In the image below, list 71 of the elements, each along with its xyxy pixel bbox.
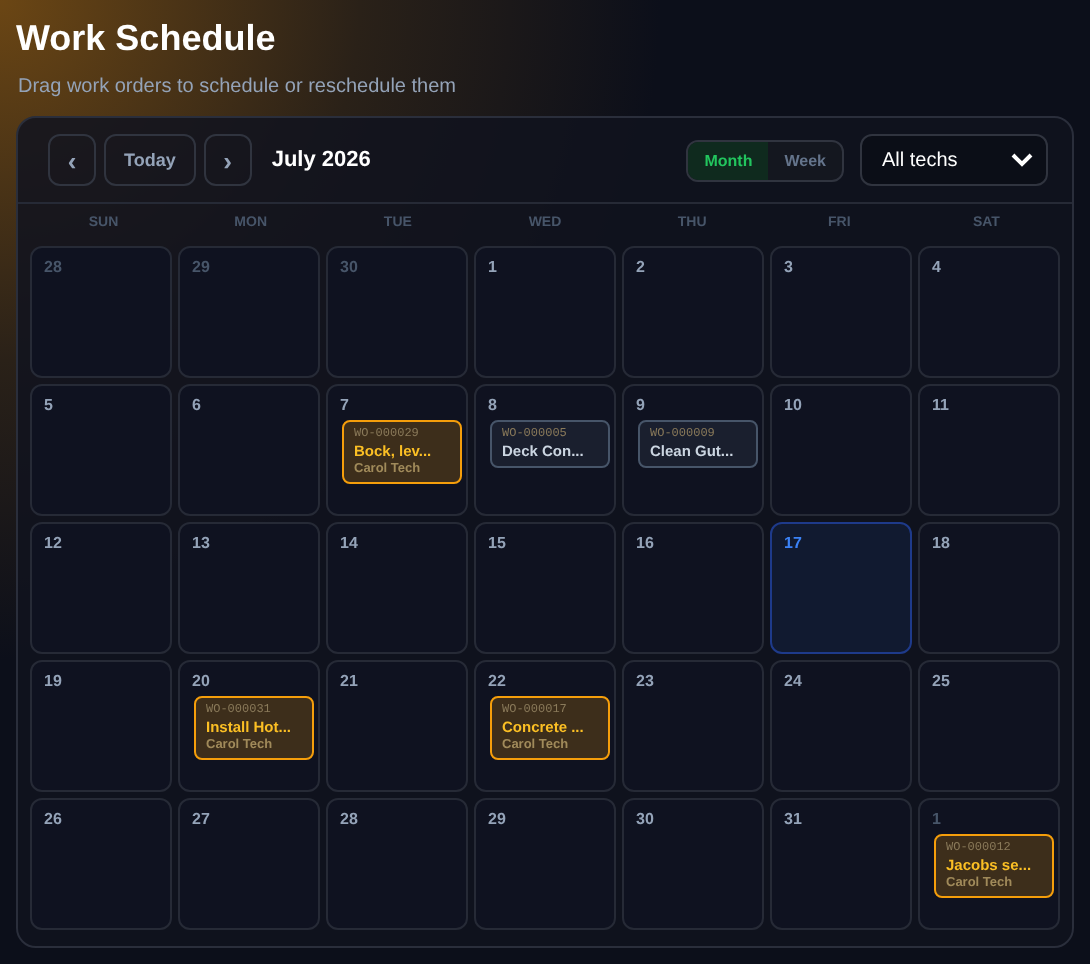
day-number: 1 bbox=[488, 258, 497, 276]
day-cell[interactable]: 16 bbox=[622, 522, 764, 654]
day-number: 10 bbox=[784, 396, 802, 414]
day-cell[interactable]: 6 bbox=[178, 384, 320, 516]
day-number: 11 bbox=[932, 396, 949, 414]
day-number: 7 bbox=[340, 396, 349, 414]
day-number: 2 bbox=[636, 258, 645, 276]
day-cell[interactable]: 10 bbox=[770, 384, 912, 516]
day-number: 9 bbox=[636, 396, 645, 414]
day-cell[interactable]: 27 bbox=[178, 798, 320, 930]
today-button[interactable]: Today bbox=[104, 134, 196, 186]
month-label: July 2026 bbox=[271, 148, 371, 172]
day-number: 21 bbox=[340, 672, 358, 690]
day-number: 31 bbox=[784, 810, 802, 828]
day-cell[interactable]: 29 bbox=[474, 798, 616, 930]
day-cell[interactable]: 23 bbox=[622, 660, 764, 792]
day-number: 16 bbox=[636, 534, 654, 552]
day-cell[interactable]: 31 bbox=[770, 798, 912, 930]
day-cell[interactable]: 25 bbox=[918, 660, 1060, 792]
day-number: 12 bbox=[44, 534, 62, 552]
day-number: 15 bbox=[488, 534, 506, 552]
page-title: Work Schedule bbox=[16, 16, 278, 60]
day-number: 13 bbox=[192, 534, 210, 552]
chevron-down-icon bbox=[1010, 152, 1034, 168]
next-button[interactable]: › bbox=[203, 134, 252, 186]
day-number: 22 bbox=[488, 672, 506, 690]
day-cell[interactable]: 19 bbox=[30, 660, 172, 792]
day-number: 24 bbox=[784, 672, 802, 690]
day-cell[interactable]: 5 bbox=[30, 384, 172, 516]
day-cell[interactable]: 18 bbox=[918, 522, 1060, 654]
day-cell[interactable]: 1 bbox=[474, 246, 616, 378]
day-number: 25 bbox=[932, 672, 950, 690]
day-cell[interactable]: 21 bbox=[326, 660, 468, 792]
view-tab[interactable]: Month bbox=[688, 141, 769, 179]
day-cell[interactable]: 24 bbox=[770, 660, 912, 792]
day-number: 23 bbox=[636, 672, 654, 690]
previous-button[interactable]: ‹ bbox=[48, 134, 96, 186]
day-number: 5 bbox=[44, 396, 53, 414]
day-number: 30 bbox=[636, 810, 654, 828]
day-cell[interactable]: 30 bbox=[622, 798, 764, 930]
day-cell[interactable]: 17 bbox=[770, 522, 912, 654]
day-cell[interactable]: 3 bbox=[770, 246, 912, 378]
day-number: 26 bbox=[44, 810, 62, 828]
day-cell[interactable]: 13 bbox=[178, 522, 320, 654]
page-subtitle: Drag work orders to schedule or reschedule them bbox=[18, 76, 458, 98]
day-number: 29 bbox=[192, 258, 210, 276]
day-number: 20 bbox=[192, 672, 210, 690]
day-cell[interactable]: 11 bbox=[918, 384, 1060, 516]
tech-dropdown[interactable]: All techs bbox=[860, 134, 1048, 186]
day-number: 1 bbox=[932, 810, 941, 828]
day-number: 30 bbox=[340, 258, 358, 276]
day-cell[interactable]: 28 bbox=[326, 798, 468, 930]
day-number: 18 bbox=[932, 534, 950, 552]
day-number: 28 bbox=[44, 258, 62, 276]
day-number: 27 bbox=[192, 810, 210, 828]
day-number: 14 bbox=[340, 534, 358, 552]
day-number: 17 bbox=[784, 534, 802, 552]
day-number: 29 bbox=[488, 810, 506, 828]
day-number: 3 bbox=[784, 258, 793, 276]
view-tab[interactable]: Week bbox=[768, 141, 842, 179]
day-cell[interactable]: 15 bbox=[474, 522, 616, 654]
day-cell[interactable]: 2 bbox=[622, 246, 764, 378]
day-number: 8 bbox=[488, 396, 497, 414]
day-number: 4 bbox=[932, 258, 941, 276]
day-number: 28 bbox=[340, 810, 358, 828]
day-cell[interactable]: 12 bbox=[30, 522, 172, 654]
day-cell[interactable]: 14 bbox=[326, 522, 468, 654]
day-number: 6 bbox=[192, 396, 201, 414]
day-number: 19 bbox=[44, 672, 62, 690]
day-cell[interactable]: 4 bbox=[918, 246, 1060, 378]
day-cell[interactable]: 26 bbox=[30, 798, 172, 930]
